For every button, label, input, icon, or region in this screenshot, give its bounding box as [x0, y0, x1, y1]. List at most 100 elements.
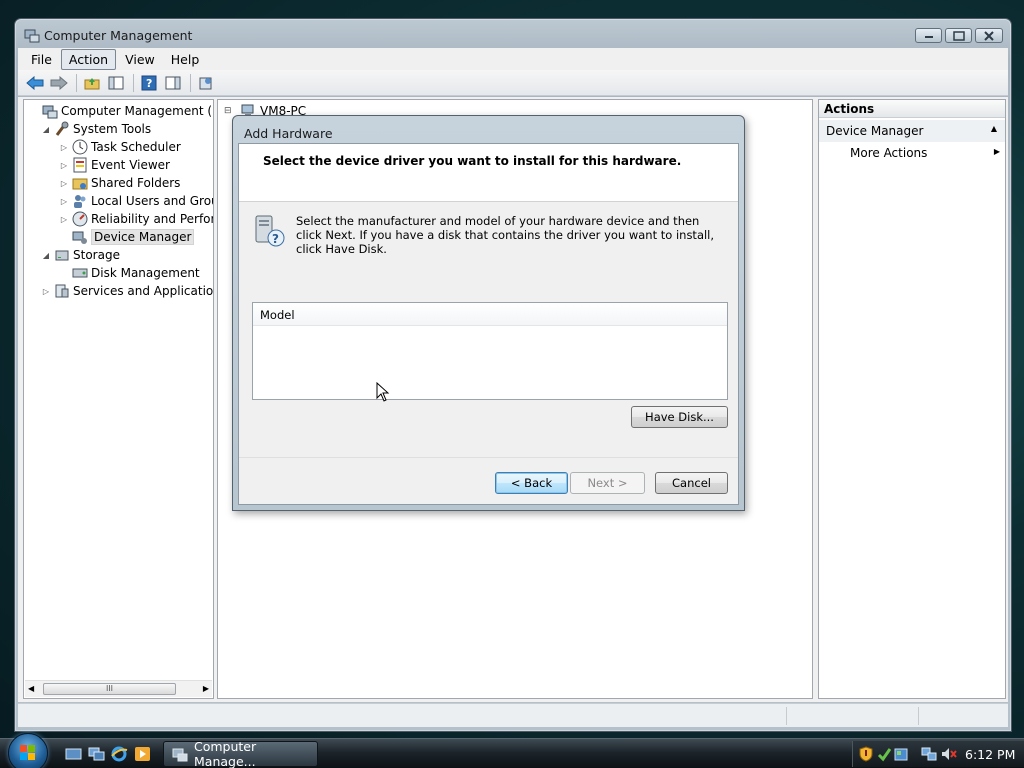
windows-defender-icon[interactable]	[877, 746, 892, 765]
next-button[interactable]: Next >	[570, 472, 645, 494]
dialog-separator	[239, 457, 738, 458]
mouse-cursor-icon	[376, 381, 390, 402]
taskbar-button-label: Computer Manage...	[194, 739, 257, 768]
status-bar	[18, 703, 1008, 727]
tree-expanded-icon[interactable]: ◢	[40, 251, 52, 260]
network-icon[interactable]	[921, 746, 937, 765]
switch-windows-icon[interactable]	[88, 746, 105, 762]
help-icon[interactable]: ?	[138, 73, 160, 93]
show-desktop-icon[interactable]	[65, 746, 82, 762]
actions-section-device-manager[interactable]: Device Manager ▲	[819, 120, 1005, 142]
collapse-icon[interactable]: ⊟	[224, 106, 236, 116]
horizontal-scrollbar[interactable]: ◀ III ▶	[25, 680, 212, 697]
menu-help[interactable]: Help	[164, 50, 207, 69]
system-clock[interactable]: 6:12 PM	[965, 747, 1015, 762]
dialog-body: Select the device driver you want to ins…	[238, 143, 739, 505]
more-actions-label: More Actions	[850, 146, 928, 160]
show-hide-action-pane-icon[interactable]	[162, 73, 184, 93]
taskbar: Computer Manage... 6:12 PM	[0, 733, 1024, 768]
tree-item-label: Storage	[73, 248, 120, 262]
menu-file[interactable]: File	[24, 50, 59, 69]
tree-item-label: Reliability and Performa	[91, 212, 213, 226]
scrollbar-thumb[interactable]: III	[43, 683, 176, 695]
security-shield-icon[interactable]	[859, 746, 873, 765]
tree-item-label: Shared Folders	[91, 176, 181, 190]
minimize-button[interactable]	[915, 28, 942, 43]
console-tree: Computer Management (Local◢System Tools▷…	[23, 99, 214, 699]
actions-pane: Actions Device Manager ▲ More Actions ▶	[818, 99, 1006, 699]
properties-icon[interactable]	[195, 73, 217, 93]
computer-management-icon	[172, 746, 188, 762]
svg-text:?: ?	[146, 77, 152, 90]
actions-header: Actions	[819, 100, 1005, 118]
computer-management-icon	[24, 27, 40, 43]
shared-folders-icon	[72, 175, 88, 191]
window-title: Computer Management	[44, 28, 193, 43]
tree-collapsed-icon[interactable]: ▷	[58, 179, 70, 188]
volume-muted-icon[interactable]	[941, 746, 957, 765]
tree-item[interactable]: ▷ Local Users and Groups	[58, 192, 213, 210]
status-divider	[918, 707, 919, 725]
menu-action[interactable]: Action	[60, 48, 117, 70]
tree-collapsed-icon[interactable]: ▷	[40, 287, 52, 296]
hardware-disk-icon: ?	[252, 214, 286, 248]
tree-item-label: System Tools	[73, 122, 152, 136]
more-actions-item[interactable]: More Actions ▶	[850, 146, 1000, 160]
back-button[interactable]: < Back	[495, 472, 568, 494]
tree-item[interactable]: Computer Management (Local	[28, 102, 213, 120]
toolbar-separator	[133, 73, 134, 92]
scroll-right-icon[interactable]: ▶	[203, 684, 209, 693]
status-divider	[786, 707, 787, 725]
toolbar-separator	[190, 73, 191, 92]
tree-item-label: Task Scheduler	[91, 140, 181, 154]
wizard-instructions: Select the manufacturer and model of you…	[296, 214, 715, 256]
close-button[interactable]	[975, 28, 1003, 43]
actions-section-label: Device Manager	[826, 124, 924, 138]
tree-item[interactable]: ◢ Storage	[40, 246, 120, 264]
tree-item[interactable]: ▷ Reliability and Performa	[58, 210, 213, 228]
have-disk-button[interactable]: Have Disk...	[631, 406, 728, 428]
reliability-icon	[72, 211, 88, 227]
submenu-arrow-icon: ▶	[993, 147, 1000, 156]
system-tools-icon	[54, 121, 70, 137]
storage-icon	[54, 247, 70, 263]
maximize-button[interactable]	[945, 28, 972, 43]
collapse-up-icon[interactable]: ▲	[991, 124, 997, 133]
media-player-icon[interactable]	[134, 746, 151, 762]
tree-item[interactable]: Device Manager	[58, 228, 195, 246]
add-hardware-dialog: Add Hardware Select the device driver yo…	[232, 115, 745, 511]
cancel-button[interactable]: Cancel	[655, 472, 728, 494]
tree-item[interactable]: ◢ System Tools	[40, 120, 151, 138]
tree-expanded-icon[interactable]: ◢	[40, 125, 52, 134]
forward-arrow-icon[interactable]	[48, 73, 70, 93]
taskbar-button-computer-management[interactable]: Computer Manage...	[163, 739, 318, 768]
tray-app-icon[interactable]	[893, 746, 909, 765]
computer-management-icon	[42, 103, 58, 119]
wizard-heading: Select the device driver you want to ins…	[263, 154, 682, 168]
tree-collapsed-icon[interactable]: ▷	[58, 143, 70, 152]
device-manager-icon	[72, 229, 88, 245]
tree-collapsed-icon[interactable]: ▷	[58, 161, 70, 170]
tree-item[interactable]: Disk Management	[58, 264, 200, 282]
toolbar-separator	[76, 73, 77, 92]
tree-item[interactable]: ▷ Event Viewer	[58, 156, 170, 174]
tree-item-label: Local Users and Groups	[91, 194, 213, 208]
tree-collapsed-icon[interactable]: ▷	[58, 197, 70, 206]
start-button[interactable]	[8, 733, 48, 768]
tree-item-label: Computer Management (Local	[61, 104, 213, 118]
model-list[interactable]: Model	[252, 302, 728, 400]
tree-item-label: Event Viewer	[91, 158, 170, 172]
tree-collapsed-icon[interactable]: ▷	[58, 215, 70, 224]
tree-item[interactable]: ▷ Task Scheduler	[58, 138, 181, 156]
model-column-header[interactable]: Model	[253, 303, 727, 326]
tree-item-label: Services and Applications	[73, 284, 214, 298]
tree-item[interactable]: ▷ Shared Folders	[58, 174, 180, 192]
back-arrow-icon[interactable]	[24, 73, 46, 93]
show-hide-tree-icon[interactable]	[105, 73, 127, 93]
disk-management-icon	[72, 265, 88, 281]
up-folder-icon[interactable]	[81, 73, 103, 93]
menu-view[interactable]: View	[118, 50, 162, 69]
tree-item[interactable]: ▷ Services and Applications	[40, 282, 214, 300]
internet-explorer-icon[interactable]	[111, 746, 128, 762]
scroll-left-icon[interactable]: ◀	[28, 684, 34, 693]
